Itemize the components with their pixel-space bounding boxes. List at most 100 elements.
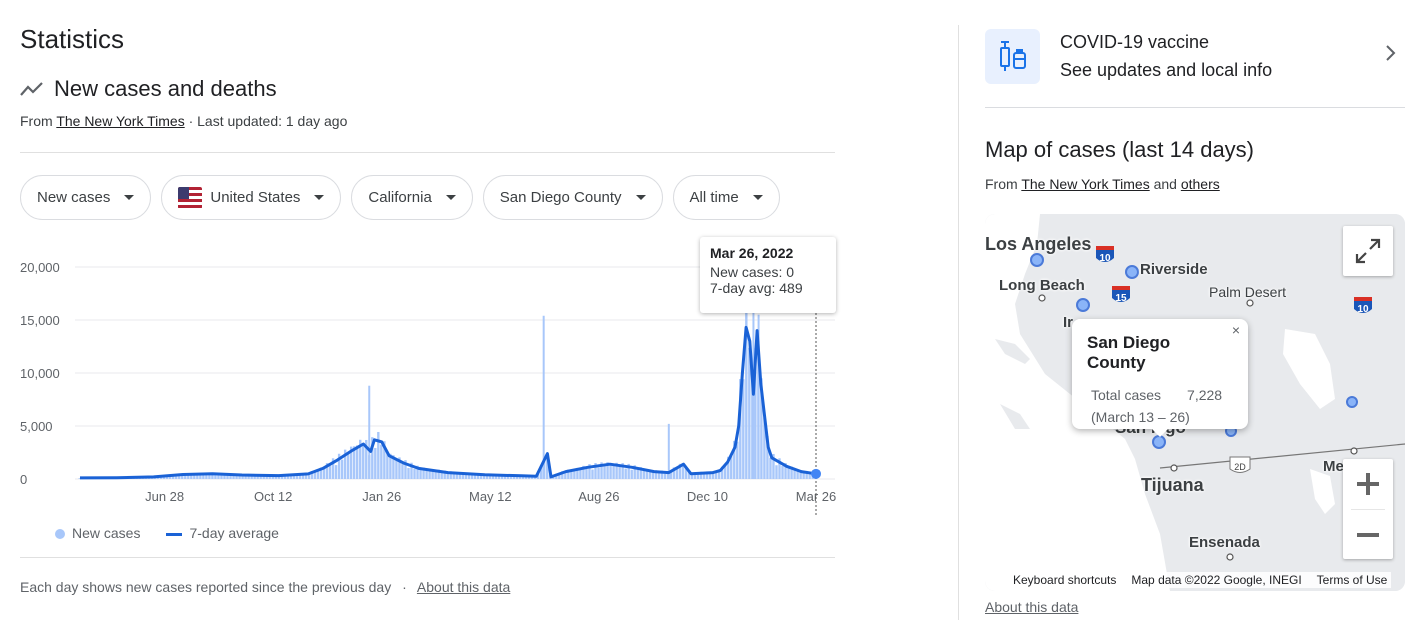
- new-cases-bar: [362, 445, 365, 479]
- new-cases-bar: [630, 469, 633, 479]
- popup-total-label: Total cases: [1091, 387, 1162, 403]
- new-cases-bar: [446, 474, 449, 479]
- new-cases-bar: [624, 468, 627, 479]
- new-cases-spike-bar: [368, 385, 371, 479]
- new-cases-bar: [787, 467, 790, 479]
- statistics-panel: Statistics New cases and deaths From The…: [20, 0, 836, 620]
- x-tick-label: Dec 10: [687, 489, 728, 504]
- zoom-out-button[interactable]: [1343, 510, 1393, 560]
- divider: [985, 107, 1405, 108]
- vaccine-icon: [985, 28, 1040, 84]
- tooltip-avg: 7-day avg: 489: [710, 280, 803, 296]
- x-tick-label: Jan 26: [362, 489, 401, 504]
- new-cases-bar: [346, 453, 350, 479]
- map-source-others-link[interactable]: others: [1181, 176, 1220, 192]
- new-cases-bar: [657, 472, 661, 479]
- zoom-in-button[interactable]: [1343, 459, 1393, 509]
- new-cases-bar: [742, 379, 745, 479]
- chart-tooltip: Mar 26, 2022 New cases: 0 7-day avg: 489: [700, 237, 836, 313]
- new-cases-bar: [597, 467, 600, 479]
- time-range-dropdown[interactable]: All time: [672, 175, 780, 220]
- svg-text:2D: 2D: [1234, 462, 1246, 472]
- trend-icon: [20, 82, 43, 96]
- terms-of-use-link[interactable]: Terms of Use: [1317, 573, 1388, 587]
- close-icon[interactable]: ×: [1232, 322, 1240, 338]
- footnote-separator: ·: [402, 579, 407, 595]
- map-label-riverside: Riverside: [1140, 261, 1208, 278]
- footnote-text: Each day shows new cases reported since …: [20, 579, 392, 595]
- metric-label: New cases: [37, 189, 111, 206]
- svg-text:15: 15: [1115, 293, 1127, 304]
- new-cases-bar: [585, 468, 588, 479]
- cases-map[interactable]: 10 15 10 2D Los Angeles Riverside Long B…: [985, 214, 1405, 591]
- y-tick-label: 15,000: [20, 313, 60, 328]
- caret-down-icon: [124, 195, 135, 200]
- y-tick-label: 5,000: [20, 419, 53, 434]
- map-label-tijuana: Tijuana: [1141, 475, 1204, 495]
- divider: [20, 557, 835, 558]
- svg-text:10: 10: [1099, 253, 1111, 264]
- map-source-prefix: From: [985, 176, 1018, 192]
- chart-legend: New cases 7-day average: [55, 525, 279, 541]
- new-cases-bar: [413, 468, 416, 479]
- source-prefix: From: [20, 113, 53, 129]
- new-cases-bar: [377, 431, 380, 479]
- new-cases-bar: [591, 469, 594, 479]
- about-data-link[interactable]: About this data: [417, 579, 510, 595]
- new-cases-spike-bar: [542, 315, 545, 479]
- legend-7day-avg: 7-day average: [166, 525, 279, 541]
- new-cases-bar: [769, 457, 772, 479]
- county-dropdown[interactable]: San Diego County: [482, 175, 663, 220]
- new-cases-bar: [340, 459, 344, 479]
- new-cases-bar: [702, 474, 706, 479]
- map-label-mexicali: Me: [1323, 458, 1344, 475]
- metric-dropdown[interactable]: New cases: [20, 175, 152, 220]
- footnote: Each day shows new cases reported since …: [20, 579, 510, 595]
- keyboard-shortcuts-link[interactable]: Keyboard shortcuts: [1013, 573, 1116, 587]
- range-label: All time: [689, 189, 739, 206]
- country-label: United States: [210, 189, 301, 206]
- new-cases-bar: [636, 469, 639, 479]
- legend-new-cases: New cases: [55, 525, 140, 541]
- new-cases-bar: [401, 464, 404, 479]
- svg-text:10: 10: [1357, 304, 1369, 315]
- new-cases-bar: [334, 465, 338, 479]
- x-tick-label: Jun 28: [145, 489, 184, 504]
- map-about-data-link[interactable]: About this data: [985, 599, 1078, 615]
- caret-down-icon: [314, 195, 325, 200]
- column-divider: [958, 25, 959, 620]
- map-data-credit: Map data ©2022 Google, INEGI: [1131, 573, 1302, 587]
- highway-2d-shield: 2D: [1229, 456, 1251, 473]
- new-cases-bar: [356, 445, 359, 479]
- new-cases-bar: [223, 475, 226, 479]
- legend-bars-label: New cases: [72, 525, 141, 541]
- popup-total-row: Total cases 7,228: [1087, 387, 1233, 403]
- fullscreen-button[interactable]: [1343, 226, 1393, 276]
- x-tick-label: May 12: [469, 489, 512, 504]
- new-cases-bar: [407, 468, 410, 479]
- map-source-and: and: [1153, 176, 1177, 192]
- page-title: Statistics: [20, 24, 125, 54]
- map-label-palm-desert: Palm Desert: [1209, 284, 1287, 300]
- new-cases-bar: [440, 472, 443, 479]
- new-cases-bar: [808, 473, 811, 479]
- chevron-right-icon: [1385, 42, 1397, 68]
- state-label: California: [368, 189, 432, 206]
- vaccine-card[interactable]: COVID-19 vaccine See updates and local i…: [985, 26, 1405, 86]
- popup-total-value: 7,228: [1187, 387, 1223, 403]
- source-link-nyt[interactable]: The New York Times: [56, 113, 184, 129]
- popup-title: San Diego County: [1087, 333, 1171, 372]
- map-label-ensenada: Ensenada: [1189, 534, 1260, 551]
- county-info-popup: × San Diego County Total cases 7,228 (Ma…: [1072, 319, 1248, 437]
- vaccine-title: COVID-19 vaccine: [1060, 32, 1210, 52]
- county-label: San Diego County: [499, 189, 622, 206]
- map-source-nyt-link[interactable]: The New York Times: [1021, 176, 1149, 192]
- country-dropdown[interactable]: United States: [161, 175, 342, 220]
- section-header: New cases and deaths: [20, 76, 277, 102]
- section-title: New cases and deaths: [54, 76, 277, 101]
- vaccine-text: COVID-19 vaccine See updates and local i…: [1060, 28, 1272, 84]
- tooltip-date: Mar 26, 2022: [710, 245, 794, 261]
- state-dropdown[interactable]: California: [351, 175, 473, 220]
- new-cases-bar: [603, 465, 606, 479]
- map-label-long-beach: Long Beach: [999, 277, 1085, 294]
